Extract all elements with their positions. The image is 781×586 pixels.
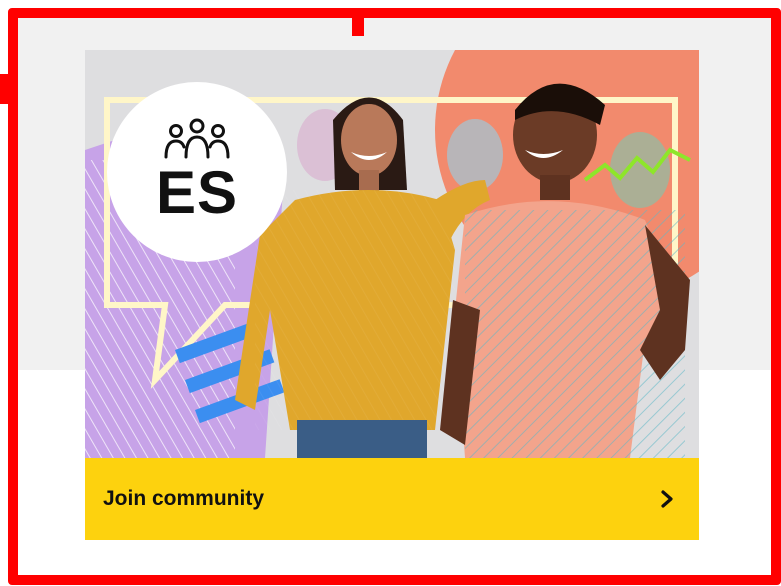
join-community-label: Join community (103, 487, 265, 510)
join-community-button[interactable]: Join community (85, 458, 699, 540)
chevron-right-icon (661, 490, 673, 508)
frame-notch (0, 74, 10, 104)
frame-notch (352, 18, 364, 36)
community-people-icon (164, 118, 230, 159)
badge-language-code: ES (155, 159, 239, 226)
hero-image: ES (85, 50, 699, 458)
community-badge: ES (107, 82, 287, 262)
community-card[interactable]: ES Join community (85, 50, 699, 540)
